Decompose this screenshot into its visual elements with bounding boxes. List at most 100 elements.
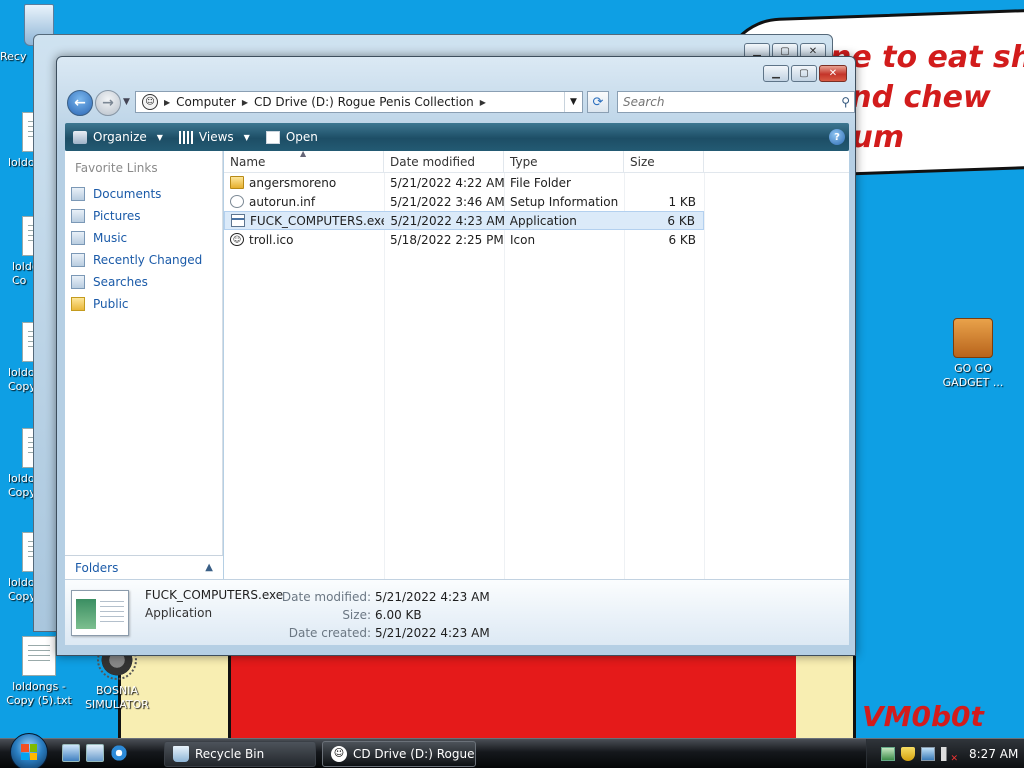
views-button[interactable]: Views ▼ — [171, 123, 258, 151]
column-header-size[interactable]: Size — [624, 151, 704, 172]
search-box[interactable]: ⚲ — [617, 91, 855, 113]
documents-icon — [71, 187, 85, 201]
details-metadata: Date modified: 5/21/2022 4:23 AM Size: 6.0… — [277, 588, 490, 642]
search-input[interactable] — [623, 95, 842, 109]
recent-icon — [71, 253, 85, 267]
file-row[interactable]: ☺ troll.ico 5/18/2022 2:25 PM Icon 6 KB — [224, 230, 704, 249]
breadcrumb-separator-icon[interactable]: ▶ — [242, 98, 248, 107]
taskbar: Recycle Bin ☺ CD Drive (D:) Rogue... ✕ 8… — [0, 733, 1024, 768]
favorite-links-title: Favorite Links — [75, 161, 158, 175]
file-date: 5/18/2022 2:25 PM — [390, 232, 504, 247]
security-shield-icon[interactable] — [901, 747, 915, 761]
file-size: 6 KB — [667, 213, 695, 228]
command-bar: Organize ▼ Views ▼ Open ? — [65, 123, 849, 151]
file-type: Icon — [510, 232, 536, 247]
file-name: troll.ico — [249, 232, 294, 247]
details-size: 6.00 KB — [375, 608, 422, 622]
file-date: 5/21/2022 4:23 AM — [390, 213, 504, 228]
address-row: ← → ▼ ☺ ▶ Computer ▶ CD Drive (D:) Rogue… — [65, 89, 855, 116]
folders-toggle[interactable]: Folders ▲ — [65, 555, 223, 579]
views-label: Views — [198, 130, 234, 144]
breadcrumb-separator-icon[interactable]: ▶ — [164, 98, 170, 107]
taskbar-button-label: Recycle Bin — [195, 747, 265, 761]
nav-item-pictures[interactable]: Pictures — [71, 205, 202, 227]
file-row-selected[interactable]: FUCK_COMPUTERS.exe 5/21/2022 4:23 AM App… — [224, 211, 704, 230]
desktop-icon-label: BOSNIA SIMULATOR — [85, 684, 149, 711]
minimize-button[interactable]: ▁ — [763, 65, 789, 82]
nav-item-public[interactable]: Public — [71, 293, 202, 315]
application-icon — [231, 214, 245, 227]
column-header-row: ▲ Name Date modified Type Size — [224, 149, 849, 173]
start-button[interactable] — [10, 733, 48, 768]
switch-windows-icon[interactable] — [86, 744, 104, 762]
open-icon — [265, 130, 280, 144]
address-bar[interactable]: ☺ ▶ Computer ▶ CD Drive (D:) Rogue Penis… — [135, 91, 583, 113]
file-row[interactable]: angersmoreno 5/21/2022 4:22 AM File Fold… — [224, 173, 704, 192]
wallpaper-signature: VM0b0t — [862, 700, 984, 733]
file-type: File Folder — [510, 175, 571, 190]
file-row[interactable]: autorun.inf 5/21/2022 3:46 AM Setup Info… — [224, 192, 704, 211]
column-header-type[interactable]: Type — [504, 151, 624, 172]
chevron-down-icon: ▼ — [156, 132, 163, 142]
nav-item-label: Public — [93, 297, 129, 311]
details-label: Date created: — [288, 626, 371, 640]
taskbar-button-recycle-bin[interactable]: Recycle Bin — [164, 741, 316, 767]
nav-item-label: Music — [93, 231, 128, 245]
file-type: Setup Information — [510, 194, 619, 209]
details-date-modified: 5/21/2022 4:23 AM — [375, 590, 490, 604]
breadcrumb-computer[interactable]: Computer — [176, 95, 236, 109]
breadcrumb-cd-drive[interactable]: CD Drive (D:) Rogue Penis Collection — [254, 95, 474, 109]
close-button[interactable]: ✕ — [819, 65, 847, 82]
help-icon[interactable]: ? — [829, 129, 845, 145]
monitor-icon[interactable] — [921, 747, 935, 761]
back-button[interactable]: ← — [67, 90, 93, 116]
refresh-button[interactable]: ⟳ — [587, 91, 609, 113]
nav-item-searches[interactable]: Searches — [71, 271, 202, 293]
open-label: Open — [285, 130, 318, 144]
briefcase-icon — [953, 318, 993, 358]
network-icon[interactable] — [881, 747, 895, 761]
nav-item-documents[interactable]: Documents — [71, 183, 202, 205]
recycle-bin-icon — [173, 746, 189, 762]
internet-explorer-icon[interactable] — [110, 744, 128, 762]
searches-icon — [71, 275, 85, 289]
address-dropdown-icon[interactable]: ▼ — [564, 92, 582, 112]
file-rows: angersmoreno 5/21/2022 4:22 AM File Fold… — [224, 173, 849, 579]
nav-item-music[interactable]: Music — [71, 227, 202, 249]
wallpaper-bubble-text: ne to eat shit and chew gum — [830, 40, 1024, 155]
favorite-links-list: Documents Pictures Music Recently Change… — [71, 183, 202, 315]
file-size: 6 KB — [668, 232, 696, 247]
file-thumbnail — [71, 590, 129, 636]
volume-muted-icon[interactable]: ✕ — [941, 747, 958, 764]
column-header-date-modified[interactable]: Date modified — [384, 151, 504, 172]
file-name: angersmoreno — [249, 175, 337, 190]
recent-pages-dropdown-icon[interactable]: ▼ — [123, 97, 130, 107]
file-date: 5/21/2022 3:46 AM — [390, 194, 504, 209]
details-label: Size: — [342, 608, 371, 622]
clock[interactable]: 8:27 AM — [969, 747, 1018, 761]
open-button[interactable]: Open — [258, 123, 326, 151]
pictures-icon — [71, 209, 85, 223]
desktop-icon-go-go-gadget[interactable]: GO GO GADGET ... — [934, 318, 1012, 390]
folder-icon — [71, 297, 85, 311]
views-icon — [178, 130, 193, 144]
forward-button[interactable]: → — [95, 90, 121, 116]
sort-ascending-icon: ▲ — [300, 149, 307, 158]
folder-icon — [230, 176, 244, 189]
details-date-created: 5/21/2022 4:23 AM — [375, 626, 490, 640]
details-file-type: Application — [145, 606, 213, 620]
folders-label: Folders — [75, 560, 119, 575]
breadcrumb-separator-icon[interactable]: ▶ — [480, 98, 486, 107]
show-desktop-icon[interactable] — [62, 744, 80, 762]
nav-item-recently-changed[interactable]: Recently Changed — [71, 249, 202, 271]
desktop-icon-label: loldongs - Copy (5).txt — [6, 680, 72, 707]
taskbar-button-cd-drive[interactable]: ☺ CD Drive (D:) Rogue... — [322, 741, 476, 767]
explorer-window[interactable]: ▁ ▢ ✕ ← → ▼ ☺ ▶ Computer ▶ CD Drive (D:)… — [56, 56, 856, 656]
maximize-button[interactable]: ▢ — [791, 65, 817, 82]
nav-item-label: Documents — [93, 187, 162, 201]
nav-item-label: Searches — [93, 275, 148, 289]
organize-button[interactable]: Organize ▼ — [65, 123, 171, 151]
file-date: 5/21/2022 4:22 AM — [390, 175, 504, 190]
troll-face-icon: ☺ — [142, 94, 158, 110]
search-icon[interactable]: ⚲ — [841, 95, 850, 109]
